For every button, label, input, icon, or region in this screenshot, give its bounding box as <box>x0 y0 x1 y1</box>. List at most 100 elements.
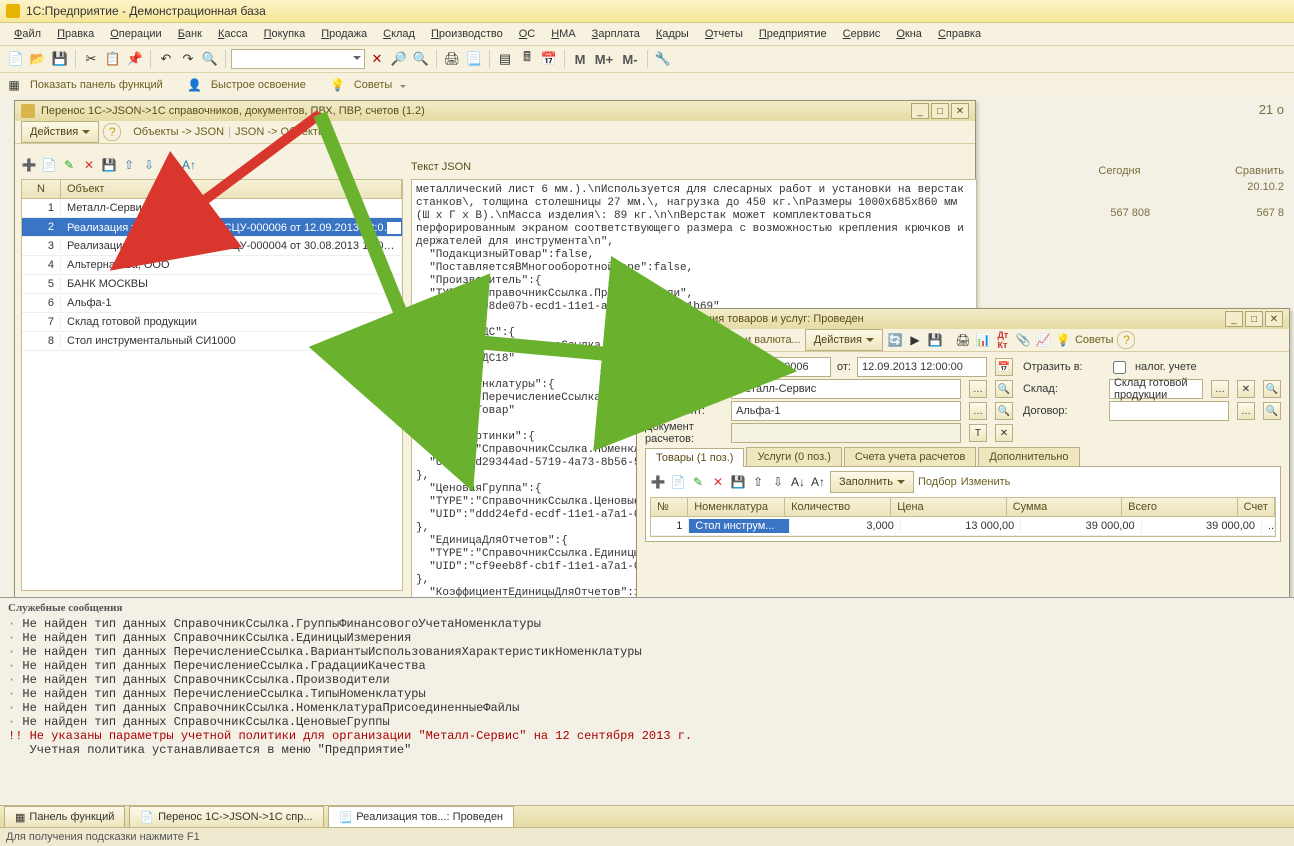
select-button[interactable]: … <box>969 402 987 420</box>
open-button[interactable]: 🔍 <box>1263 402 1281 420</box>
menu-Банк[interactable]: Банк <box>172 26 208 42</box>
fill-button[interactable]: Заполнить <box>830 471 914 493</box>
col-header[interactable]: Номенклатура <box>688 498 785 516</box>
lightbulb-icon[interactable]: 💡 <box>1055 332 1071 348</box>
wrench-icon[interactable]: 🔧 <box>653 49 673 69</box>
attach-icon[interactable]: 📎 <box>1015 332 1031 348</box>
grid-row[interactable]: 2Реализация товаров и услуг МСЦУ-000006 … <box>22 218 402 237</box>
calendar-icon[interactable]: 📅 <box>539 49 559 69</box>
panel-icon[interactable]: ▦ <box>6 77 22 93</box>
window-titlebar[interactable]: Перенос 1C->JSON->1C справочников, докум… <box>15 101 975 121</box>
menu-Производство[interactable]: Производство <box>425 26 509 42</box>
show-func-panel-link[interactable]: Показать панель функций <box>30 79 163 91</box>
close-button[interactable]: ✕ <box>951 103 969 119</box>
menu-Продажа[interactable]: Продажа <box>315 26 373 42</box>
clear-button[interactable]: ✕ <box>1237 380 1255 398</box>
open-button[interactable]: 🔍 <box>995 402 1013 420</box>
move-down-icon[interactable]: ⇩ <box>770 474 786 490</box>
edit-row-icon[interactable]: ✎ <box>690 474 706 490</box>
add-icon[interactable]: ➕ <box>21 157 37 173</box>
open-icon[interactable]: 📂 <box>28 49 48 69</box>
prices-link[interactable]: Цены и валюта... <box>714 334 801 346</box>
lightbulb-icon[interactable]: 💡 <box>330 77 346 93</box>
actions-button[interactable]: Действия <box>21 121 99 143</box>
select-button[interactable]: … <box>1211 380 1229 398</box>
dt-icon[interactable]: ДтКт <box>995 332 1011 348</box>
maximize-button[interactable]: □ <box>1245 311 1263 327</box>
actions-button[interactable]: Действия <box>805 329 883 351</box>
list-icon[interactable]: ▤ <box>495 49 515 69</box>
open-button[interactable]: 🔍 <box>995 380 1013 398</box>
filter-dropdown[interactable] <box>231 49 365 69</box>
cut-icon[interactable]: ✂ <box>81 49 101 69</box>
select-button[interactable]: … <box>1237 402 1255 420</box>
task-funcpanel[interactable]: ▦Панель функций <box>4 806 125 828</box>
task-json-window[interactable]: 📄Перенос 1C->JSON->1C спр... <box>129 806 323 828</box>
col-header[interactable]: Счет <box>1238 498 1275 516</box>
window-titlebar[interactable]: Реализация товаров и услуг: Проведен _ □… <box>637 309 1289 329</box>
undo-icon[interactable]: ↶ <box>156 49 176 69</box>
menu-Файл[interactable]: Файл <box>8 26 47 42</box>
copy-icon[interactable]: 📋 <box>103 49 123 69</box>
contr-input[interactable]: Альфа-1 <box>731 401 961 421</box>
help-icon[interactable]: ? <box>1117 331 1135 349</box>
tips-link[interactable]: Советы <box>1075 334 1113 346</box>
objects-to-json-link[interactable]: Объекты -> JSON <box>133 126 224 138</box>
sklad-input[interactable]: Склад готовой продукции <box>1109 379 1203 399</box>
save-icon[interactable]: 💾 <box>730 474 746 490</box>
clear-icon[interactable]: ✕ <box>367 49 387 69</box>
col-obj-header[interactable]: Объект <box>61 180 402 198</box>
col-header[interactable]: Количество <box>785 498 891 516</box>
menu-Предприятие[interactable]: Предприятие <box>753 26 833 42</box>
number-input[interactable]: МСЦУ-000006 <box>731 357 831 377</box>
col-header[interactable]: Всего <box>1122 498 1237 516</box>
move-up-icon[interactable]: ⇧ <box>750 474 766 490</box>
menu-Сервис[interactable]: Сервис <box>837 26 887 42</box>
close-button[interactable]: ✕ <box>1265 311 1283 327</box>
memory-minus-icon[interactable]: M- <box>618 49 642 69</box>
org-input[interactable]: Металл-Сервис <box>731 379 961 399</box>
tab-3[interactable]: Дополнительно <box>978 447 1079 466</box>
report-icon[interactable]: 📈 <box>1035 332 1051 348</box>
tab-2[interactable]: Счета учета расчетов <box>844 447 976 466</box>
cell-n[interactable]: 1 <box>651 519 689 533</box>
menu-Кадры[interactable]: Кадры <box>650 26 695 42</box>
tips-link[interactable]: Советы <box>354 79 392 91</box>
grid-row[interactable]: 8Стол инструментальный СИ1000 <box>22 332 402 351</box>
delete-row-icon[interactable]: ✕ <box>710 474 726 490</box>
menu-ОС[interactable]: ОС <box>513 26 542 42</box>
record-icon[interactable]: 💾 <box>927 332 943 348</box>
copy-row-icon[interactable]: 📄 <box>41 157 57 173</box>
edit-icon[interactable]: ✎ <box>61 157 77 173</box>
chevron-down-icon[interactable] <box>400 85 406 91</box>
calendar-button[interactable]: 📅 <box>995 358 1013 376</box>
date-input[interactable]: 12.09.2013 12:00:00 <box>857 357 987 377</box>
memory-icon[interactable]: M <box>570 49 590 69</box>
grid-row[interactable]: 7Склад готовой продукции <box>22 313 402 332</box>
calc-icon[interactable]: 🖩 <box>517 49 537 69</box>
menu-Операции[interactable]: Операции <box>104 26 167 42</box>
preview-icon[interactable]: 📃 <box>464 49 484 69</box>
cell-sum[interactable]: 39 000,00 <box>1021 519 1141 533</box>
col-header[interactable]: Сумма <box>1007 498 1122 516</box>
dogovor-input[interactable] <box>1109 401 1229 421</box>
cell-price[interactable]: 13 000,00 <box>901 519 1021 533</box>
memory-plus-icon[interactable]: M+ <box>592 49 616 69</box>
menu-Правка[interactable]: Правка <box>51 26 100 42</box>
col-n-header[interactable]: N <box>22 180 61 198</box>
objects-grid[interactable]: N Объект 1Металл-Сервис2Реализация товар… <box>21 179 403 591</box>
search-icon[interactable]: 🔍 <box>200 49 220 69</box>
cell-nom[interactable]: Стол инструм... <box>689 519 790 533</box>
change-link[interactable]: Изменить <box>961 476 1011 488</box>
add-row-icon[interactable]: ➕ <box>650 474 666 490</box>
minimize-button[interactable]: _ <box>911 103 929 119</box>
operation-button[interactable]: ерация <box>643 329 710 351</box>
cell-qty[interactable]: 3,000 <box>790 519 901 533</box>
help-icon[interactable]: ? <box>103 123 121 141</box>
sort-desc-icon[interactable]: A↑ <box>181 157 197 173</box>
structure-icon[interactable]: 📊 <box>975 332 991 348</box>
menu-НМА[interactable]: НМА <box>545 26 581 42</box>
menu-Окна[interactable]: Окна <box>890 26 928 42</box>
menu-Касса[interactable]: Касса <box>212 26 254 42</box>
grid-row[interactable]: 5БАНК МОСКВЫ <box>22 275 402 294</box>
